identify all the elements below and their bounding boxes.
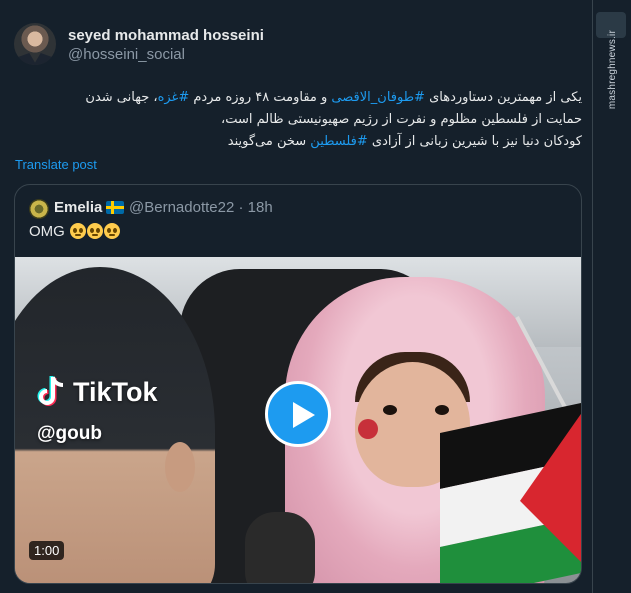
hashtag-palestine[interactable]: #فلسطین [310,134,368,149]
translate-post-link[interactable]: Translate post [15,157,97,172]
tweet-line-3-prefix: کودکان دنیا نیز با شیرین زبانی از آزادی [367,134,582,149]
quoted-text-value: OMG [29,223,65,240]
tiktok-username: @goub [37,423,102,444]
quoted-avatar[interactable] [29,199,49,219]
column-divider [592,0,593,593]
palestine-flag-icon [440,401,581,583]
flag-triangle-red [520,401,581,583]
hashtag-al-aqsa-flood[interactable]: #طوفان_الاقصی [331,90,425,105]
tiktok-icon [37,376,64,406]
video-player[interactable]: TikTok @goub 1:00 [15,257,581,583]
author-avatar[interactable] [14,23,56,65]
video-duration: 1:00 [29,541,65,560]
quoted-post[interactable]: Emelia @Bernadotte22 · 18h OMG TikTok @g… [14,184,582,584]
tweet-line-3-suffix: سخن می‌گویند [227,134,311,149]
tweet-line-1: یکی از مهمترین دستاوردهای #طوفان_الاقصی … [20,87,582,109]
tweet-line-1-suffix: ، جهانی شدن [85,90,158,105]
watermark-site: mashreghnews.ir [607,30,618,110]
author-name[interactable]: seyed mohammad hosseini [68,27,264,44]
tiktok-label: TikTok [73,376,158,407]
quoted-author-name[interactable]: Emelia [54,199,102,216]
sweden-flag-icon [106,201,124,214]
child-eye-left [383,405,397,415]
cheek-paint-shape [358,419,378,439]
quoted-text: OMG [29,223,121,240]
tweet-line-3: کودکان دنیا نیز با شیرین زبانی از آزادی … [20,131,582,153]
tiktok-watermark: TikTok [37,375,158,409]
play-icon[interactable] [265,381,331,447]
pleading-face-emoji-icon [104,223,121,239]
avatar-jacket [16,53,54,65]
child-eye-right [435,405,449,415]
man-ear-shape [165,442,195,492]
tweet-text: یکی از مهمترین دستاوردهای #طوفان_الاقصی … [20,87,582,153]
tweet: seyed mohammad hosseini @hosseini_social… [0,0,631,593]
tweet-line-1-mid: و مقاومت ۴۸ روزه مردم [189,90,332,105]
tweet-line-2: حمایت از فلسطین مظلوم و نفرت از رژیم صهی… [221,112,582,127]
microphone-shape [245,512,315,583]
quoted-handle-time[interactable]: @Bernadotte22 · 18h [129,199,273,216]
hashtag-gaza[interactable]: #غزه [158,90,190,105]
pleading-face-emoji-icon [70,223,87,239]
tweet-line-1-prefix: یکی از مهمترین دستاوردهای [424,90,582,105]
pleading-face-emoji-icon [87,223,104,239]
author-handle[interactable]: @hosseini_social [68,46,185,63]
